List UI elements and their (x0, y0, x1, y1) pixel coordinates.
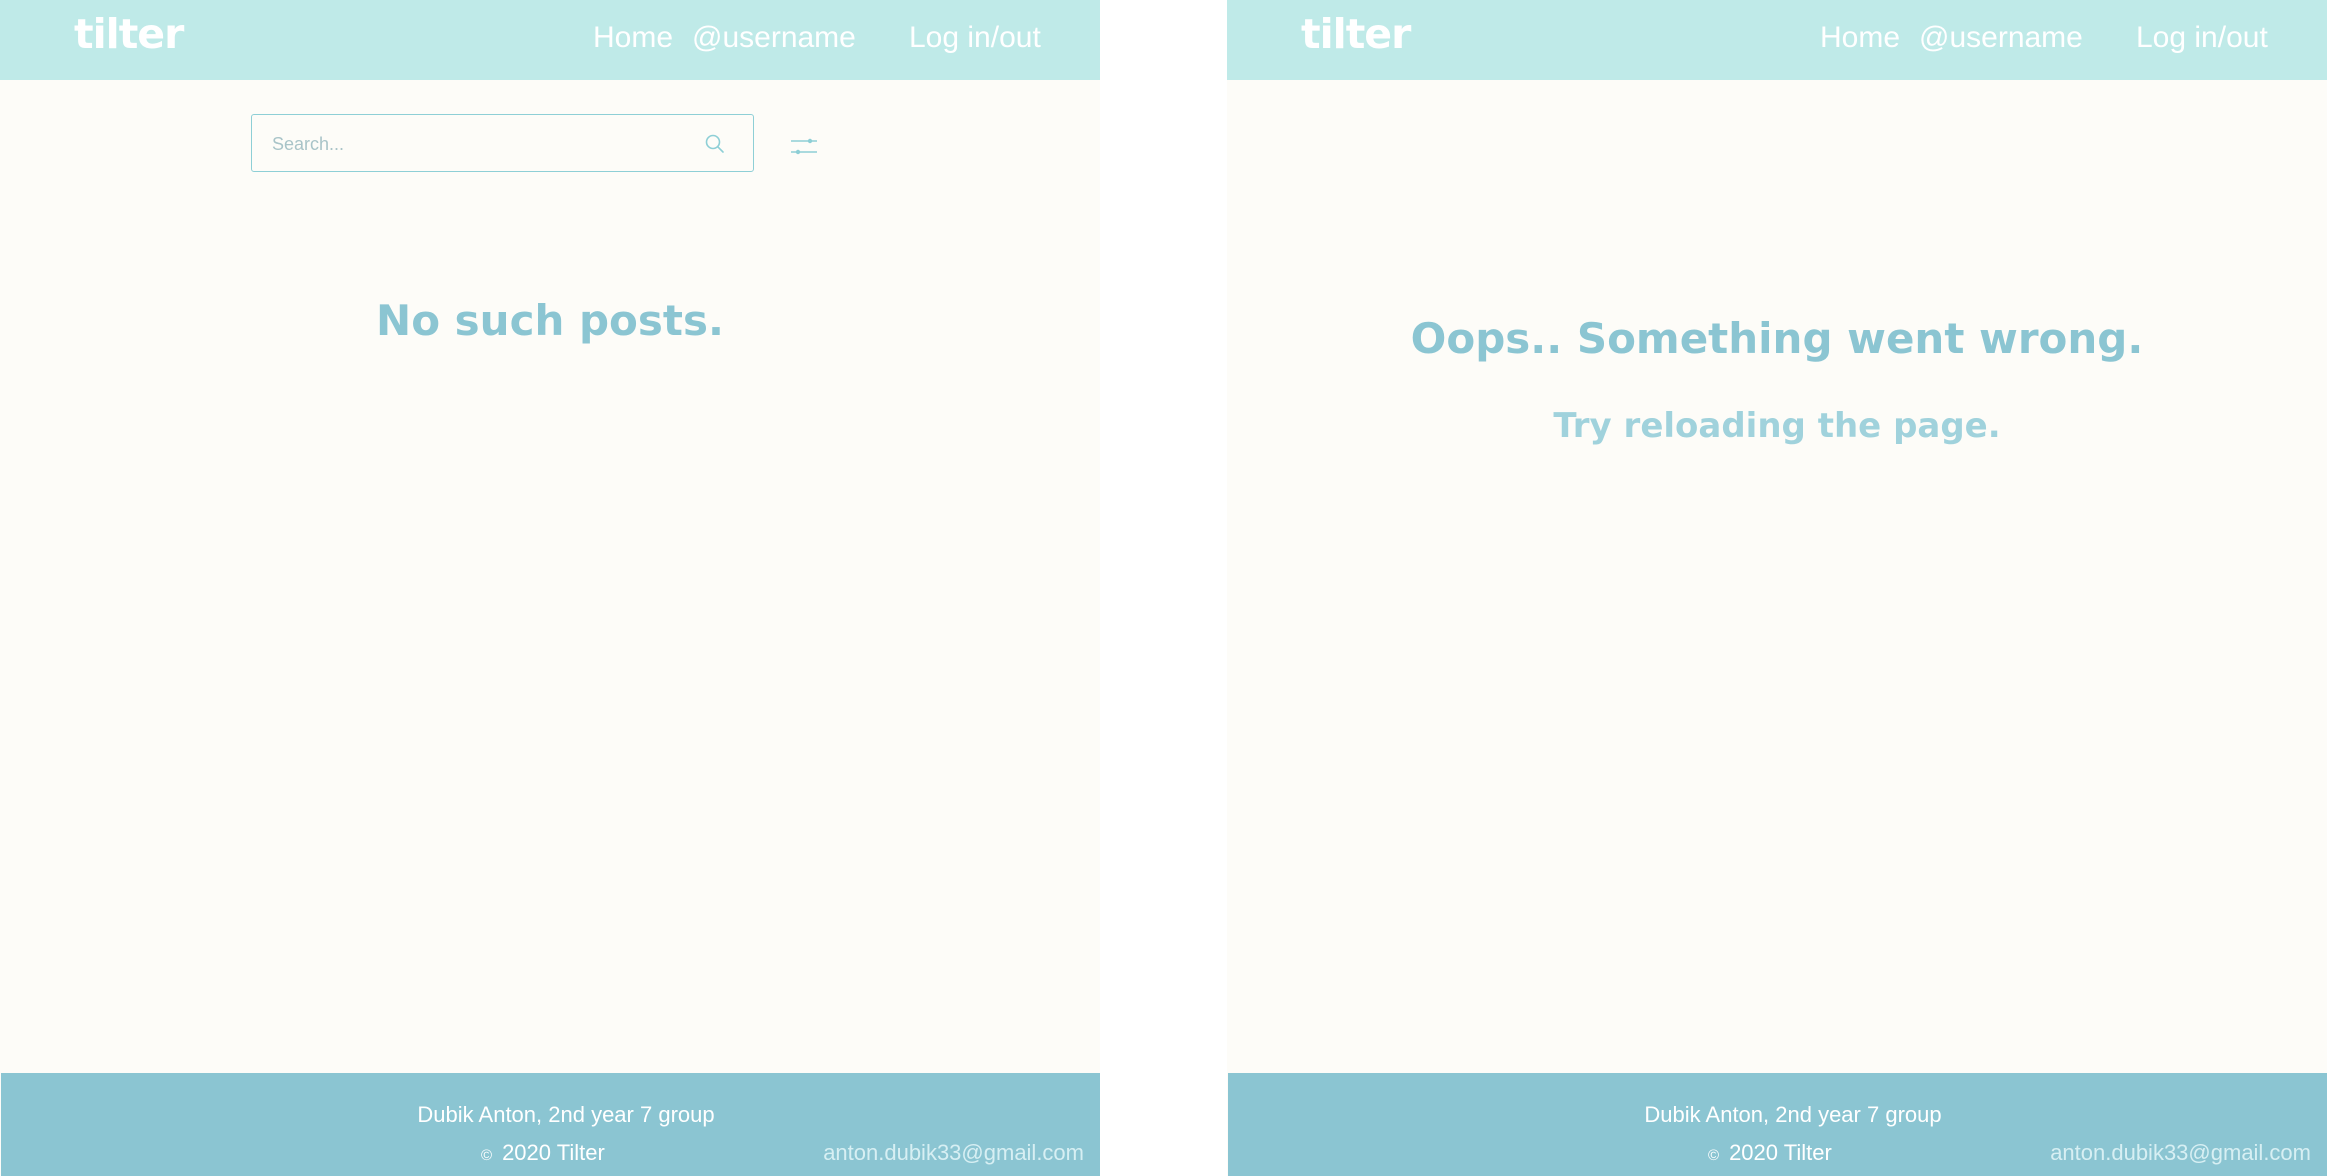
nav-login-link[interactable]: Log in/out (2136, 21, 2268, 55)
sliders-icon[interactable] (789, 134, 819, 160)
footer-email-link[interactable]: anton.dubik33@gmail.com (2050, 1140, 2311, 1166)
nav-home-link[interactable]: Home (593, 21, 673, 55)
copyright-text: 2020 Tilter (502, 1140, 605, 1165)
search-input[interactable] (270, 127, 694, 161)
search-bar (251, 114, 754, 172)
top-header: tilter Home @username Log in/out (1227, 0, 2327, 80)
error-title: Oops.. Something went wrong. (1410, 314, 2144, 363)
nav-username-link[interactable]: @username (692, 21, 856, 55)
nav-home-link[interactable]: Home (1820, 21, 1900, 55)
nav-username-link[interactable]: @username (1919, 21, 2083, 55)
copyright-text: 2020 Tilter (1729, 1140, 1832, 1165)
footer: Dubik Anton, 2nd year 7 group © 2020 Tilt… (1228, 1073, 2327, 1176)
logo[interactable]: tilter (74, 10, 184, 58)
nav-login-link[interactable]: Log in/out (909, 21, 1041, 55)
search-icon[interactable] (703, 132, 727, 156)
error-screen: tilter Home @username Log in/out Oops.. … (1227, 0, 2327, 1176)
footer-author: Dubik Anton, 2nd year 7 group (417, 1102, 715, 1127)
footer-email-link[interactable]: anton.dubik33@gmail.com (823, 1140, 1084, 1166)
top-header: tilter Home @username Log in/out (0, 0, 1100, 80)
logo[interactable]: tilter (1301, 10, 1411, 58)
footer-author: Dubik Anton, 2nd year 7 group (1644, 1102, 1942, 1127)
copyright-icon: © (481, 1147, 493, 1164)
error-subtitle: Try reloading the page. (1553, 406, 2001, 446)
footer-copyright: © 2020 Tilter (1708, 1140, 1832, 1166)
empty-state-message: No such posts. (376, 296, 724, 345)
footer: Dubik Anton, 2nd year 7 group © 2020 Tilt… (1, 1073, 1100, 1176)
copyright-icon: © (1708, 1147, 1720, 1164)
posts-screen: tilter Home @username Log in/out No such… (0, 0, 1100, 1176)
footer-copyright: © 2020 Tilter (481, 1140, 605, 1166)
